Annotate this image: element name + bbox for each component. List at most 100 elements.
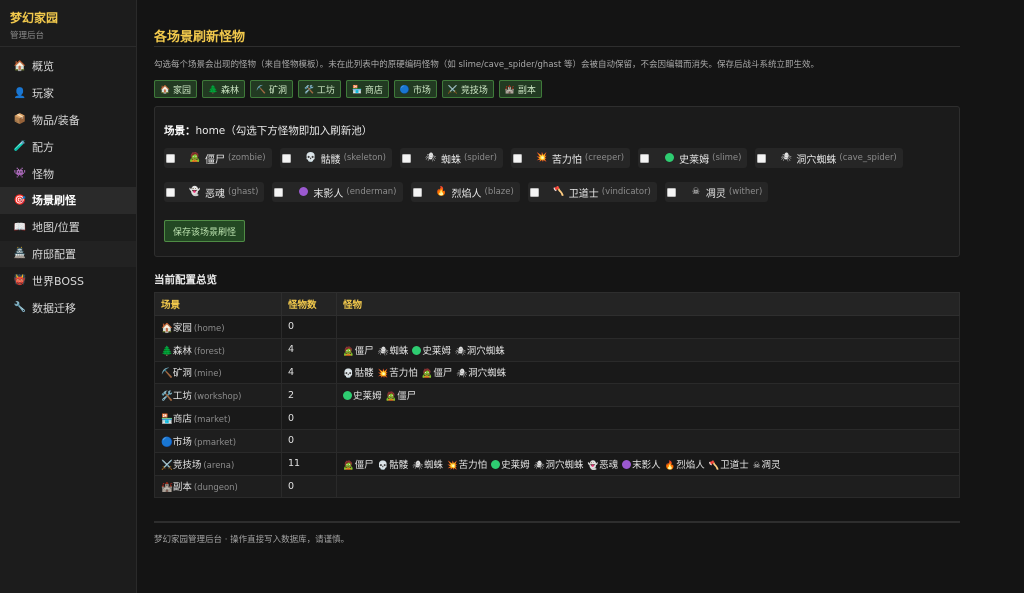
monster-id: (wither) (728, 187, 763, 197)
monster-checkbox[interactable] (401, 153, 411, 163)
scene-tab-0[interactable]: 🏠 家园 (154, 80, 197, 98)
monster-option[interactable]: 👻 恶魂 (ghast) (164, 182, 265, 202)
monster-chip: 💀骷髅 (343, 368, 374, 379)
scene-cell: 🌲森林 (forest) (154, 337, 282, 362)
monster-list: 史莱姆 🧟僵尸 (336, 383, 960, 408)
scene-tab-label: 商店 (364, 85, 383, 96)
scene-cell: ⚔️竞技场 (arena) (154, 451, 282, 476)
monster-checkbox[interactable] (512, 153, 522, 163)
monster-checkbox[interactable] (166, 153, 175, 163)
scene-tab-1[interactable]: 🌲 森林 (201, 80, 245, 98)
monster-option[interactable]: 🔥 烈焰人 (blaze) (410, 182, 520, 202)
table-row: 🏪商店 (market) 0 (154, 406, 960, 430)
target-icon: 🎯 (13, 194, 27, 206)
monster-name: 史莱姆 (353, 391, 382, 403)
scene-icon: 🔵 (161, 436, 173, 448)
scene-icon: 🏠 (161, 322, 173, 334)
scene-tab-7[interactable]: 🏰 副本 (498, 80, 542, 98)
scene-tabs: 🏠 家园 🌲 森林 ⛏️ 矿洞 🛠️ 工坊 🏪 商店 🔵 市场 ⚔️ 竞技场 🏰 副本 (154, 80, 542, 98)
monster-id: (cave_spider) (839, 153, 897, 163)
scene-icon: 🏪 (351, 84, 362, 94)
monster-name: 洞穴蜘蛛 (468, 368, 507, 380)
monster-checkbox[interactable] (412, 187, 422, 197)
monster-count: 11 (281, 451, 337, 476)
scene-cell: 🏪商店 (market) (154, 406, 282, 430)
save-scene-button[interactable]: 保存该场景刷怪 (164, 220, 246, 242)
monster-checkbox[interactable] (666, 187, 676, 197)
monster-icon: 🕷 (454, 346, 466, 357)
monster-chip: 史莱姆 (491, 459, 530, 471)
monster-icon: ☠ (691, 187, 700, 197)
monster-name: 洞穴蜘蛛 (796, 154, 837, 166)
sidebar-item-1[interactable]: 👤 玩家 (0, 80, 136, 107)
scene-tab-4[interactable]: 🏪 商店 (345, 80, 389, 98)
scene-tab-3[interactable]: 🛠️ 工坊 (297, 80, 341, 98)
footer-note: 梦幻家园管理后台 · 操作直接写入数据库，请谨慎。 (154, 535, 350, 545)
monster-chip: 🕷洞穴蜘蛛 (456, 368, 506, 379)
monster-icon (343, 391, 352, 402)
monster-option[interactable]: 💀 骷髅 (skeleton) (279, 148, 392, 168)
monster-checkbox[interactable] (757, 153, 767, 163)
monster-icon: 🧟 (343, 460, 354, 471)
scene-header: 场景：home（勾选下方怪物即加入刷新池） (164, 123, 372, 138)
monster-chip: 史莱姆 (412, 345, 451, 357)
sidebar-item-5[interactable]: 🎯 场景刷怪 (0, 186, 136, 214)
table-row: ⚔️竞技场 (arena) 11 🧟僵尸 💀骷髅 🕷蜘蛛 💥苦力怕 史莱姆 🕷洞穴蜘蛛 👻恶魂 末影… (154, 451, 960, 476)
monster-option[interactable]: 🕷 洞穴蜘蛛 (cave_spider) (755, 148, 903, 168)
scene-tab-label: 市场 (412, 85, 431, 96)
divider (154, 46, 960, 47)
scene-icon: ⛏️ (161, 368, 173, 380)
monster-option[interactable]: 末影人 (enderman) (272, 182, 403, 202)
monster-checkbox[interactable] (166, 187, 175, 197)
monster-checkbox[interactable] (640, 153, 650, 163)
sidebar-item-6[interactable]: 📖 地图/位置 (0, 214, 136, 241)
monster-icon: 🧟 (189, 153, 201, 163)
sidebar-item-label: 场景刷怪 (32, 194, 76, 208)
monster-icon: 🕷 (533, 460, 545, 471)
scene-name: 副本 (172, 482, 192, 494)
monster-option[interactable]: 🕷 蜘蛛 (spider) (399, 148, 503, 168)
monster-icon: 🕷 (780, 153, 793, 163)
scene-label: 场景： (164, 125, 196, 137)
monster-name: 蜘蛛 (440, 154, 461, 166)
monster-option[interactable]: 🪓 卫道士 (vindicator) (527, 182, 657, 202)
monster-icon: 🔥 (664, 460, 676, 471)
scene-hint: （勾选下方怪物即加入刷新池） (225, 125, 373, 137)
monster-name: 史莱姆 (422, 345, 451, 357)
sidebar-item-2[interactable]: 📦 物品/装备 (0, 107, 136, 134)
monster-chip: 🕷蜘蛛 (412, 460, 443, 471)
monster-checkbox[interactable] (274, 187, 284, 197)
monster-name: 蜘蛛 (389, 345, 409, 357)
scene-tab-5[interactable]: 🔵 市场 (393, 80, 437, 98)
monster-option[interactable]: ☠ 凋灵 (wither) (664, 182, 769, 202)
scene-icon: ⚔️ (161, 459, 173, 471)
scene-tab-6[interactable]: ⚔️ 竞技场 (441, 80, 494, 98)
player-icon: 👤 (13, 87, 27, 99)
monster-option[interactable]: 史莱姆 (slime) (638, 148, 748, 168)
scene-cell: 🔵市场 (pmarket) (154, 428, 282, 453)
monster-icon: 🕷 (456, 369, 468, 380)
monster-option[interactable]: 💥 苦力怕 (creeper) (510, 148, 631, 168)
monster-chip: 👻恶魂 (587, 460, 618, 471)
monster-chip: ☠凋灵 (753, 460, 781, 471)
sidebar-item-8[interactable]: 👹 世界BOSS (0, 267, 136, 294)
monster-option[interactable]: 🧟 僵尸 (zombie) (164, 148, 272, 168)
scene-tab-2[interactable]: ⛏️ 矿洞 (249, 80, 293, 98)
scene-icon: 🏪 (161, 414, 173, 426)
sidebar-item-7[interactable]: 🏯 府邸配置 (0, 240, 136, 268)
monster-name: 洞穴蜘蛛 (545, 459, 584, 471)
monster-id: (creeper) (584, 153, 625, 163)
sidebar-item-9[interactable]: 🔧 数据迁移 (0, 294, 136, 321)
monster-checkbox[interactable] (529, 187, 539, 197)
sidebar-item-3[interactable]: 🧪 配方 (0, 133, 136, 160)
monster-list: 🧟僵尸 💀骷髅 🕷蜘蛛 💥苦力怕 史莱姆 🕷洞穴蜘蛛 👻恶魂 末影人 🔥烈焰人 🪓卫道士 ☠凋灵 (336, 451, 960, 476)
monster-icon: 🧟 (343, 346, 354, 357)
monster-icon: 💥 (377, 369, 389, 380)
sidebar-item-4[interactable]: 👾 怪物 (0, 160, 136, 187)
monster-name: 烈焰人 (451, 188, 482, 200)
monster-icon: 👻 (189, 187, 201, 197)
table-row: 🏰副本 (dungeon) 0 (154, 474, 960, 499)
monster-checkbox[interactable] (281, 153, 291, 163)
sidebar-item-0[interactable]: 🏠 概览 (0, 53, 136, 80)
monster-id: (enderman) (346, 187, 397, 197)
